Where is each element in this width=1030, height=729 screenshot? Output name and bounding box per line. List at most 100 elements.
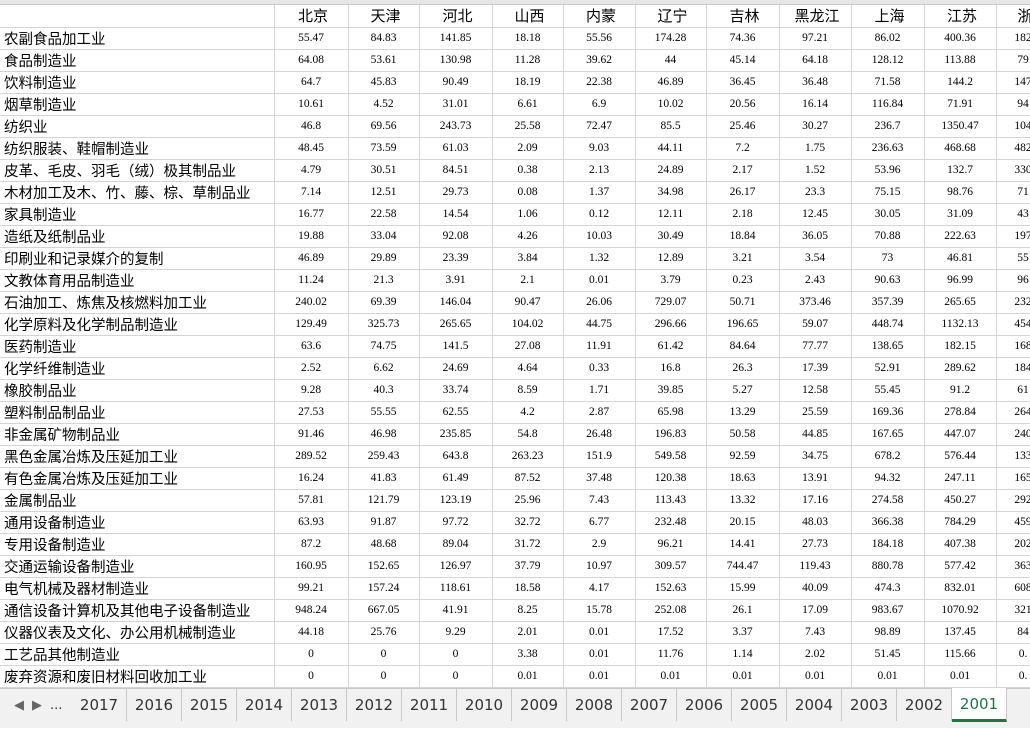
data-cell[interactable]: 16.24	[274, 467, 349, 490]
row-label-cell[interactable]: 有色金属冶炼及压延加工业	[0, 467, 275, 490]
data-cell[interactable]: 31.09	[924, 203, 997, 226]
data-cell[interactable]: 448.74	[851, 313, 925, 336]
data-cell[interactable]: 104	[996, 115, 1030, 138]
data-cell[interactable]: 内蒙	[563, 5, 636, 28]
data-cell[interactable]: 浙	[996, 5, 1030, 28]
data-cell[interactable]: 0	[274, 665, 349, 688]
data-cell[interactable]: 19.88	[274, 225, 349, 248]
data-cell[interactable]: 202	[996, 533, 1030, 556]
data-cell[interactable]: 577.42	[924, 555, 997, 578]
data-cell[interactable]: 232.48	[635, 511, 707, 534]
data-cell[interactable]: 0.	[996, 643, 1030, 666]
row-label-cell[interactable]: 工艺品其他制造业	[0, 643, 275, 666]
data-cell[interactable]: 165	[996, 467, 1030, 490]
data-cell[interactable]: 33.74	[419, 379, 493, 402]
data-cell[interactable]: 61	[996, 379, 1030, 402]
data-cell[interactable]: 63.93	[274, 511, 349, 534]
data-cell[interactable]: 5.27	[706, 379, 780, 402]
data-cell[interactable]: 21.3	[348, 269, 420, 292]
data-cell[interactable]: 174.28	[635, 27, 707, 50]
data-cell[interactable]: 330	[996, 159, 1030, 182]
data-cell[interactable]: 1.37	[563, 181, 636, 204]
data-cell[interactable]: 44.18	[274, 621, 349, 644]
sheet-tab-2014[interactable]: 2014	[237, 689, 292, 721]
data-cell[interactable]: 1.14	[706, 643, 780, 666]
data-cell[interactable]: 53.61	[348, 49, 420, 72]
data-cell[interactable]: 46.89	[274, 247, 349, 270]
data-cell[interactable]: 44.75	[563, 313, 636, 336]
data-cell[interactable]: 90.63	[851, 269, 925, 292]
row-label-cell[interactable]: 化学原料及化学制品制造业	[0, 313, 275, 336]
data-cell[interactable]: 36.05	[779, 225, 852, 248]
data-cell[interactable]: 54.8	[492, 423, 564, 446]
data-cell[interactable]: 17.52	[635, 621, 707, 644]
data-cell[interactable]: 黑龙江	[779, 5, 852, 28]
data-cell[interactable]: 46.8	[274, 115, 349, 138]
row-label-cell[interactable]: 专用设备制造业	[0, 533, 275, 556]
data-cell[interactable]: 36.48	[779, 71, 852, 94]
data-cell[interactable]: 0.23	[706, 269, 780, 292]
data-cell[interactable]: 2.17	[706, 159, 780, 182]
data-cell[interactable]: 87.52	[492, 467, 564, 490]
row-label-cell[interactable]	[0, 5, 275, 28]
data-cell[interactable]: 0.	[996, 665, 1030, 688]
row-label-cell[interactable]: 交通运输设备制造业	[0, 555, 275, 578]
data-cell[interactable]: 113.43	[635, 489, 707, 512]
data-cell[interactable]: 46.98	[348, 423, 420, 446]
data-cell[interactable]: 0	[348, 665, 420, 688]
data-cell[interactable]: 0.01	[563, 643, 636, 666]
data-cell[interactable]: 576.44	[924, 445, 997, 468]
data-cell[interactable]: 152.65	[348, 555, 420, 578]
data-cell[interactable]: 3.37	[706, 621, 780, 644]
data-cell[interactable]: 45.14	[706, 49, 780, 72]
data-cell[interactable]: 1.32	[563, 247, 636, 270]
data-cell[interactable]: 2.13	[563, 159, 636, 182]
row-label-cell[interactable]: 黑色金属冶炼及压延加工业	[0, 445, 275, 468]
data-cell[interactable]: 222.63	[924, 225, 997, 248]
data-cell[interactable]: 74.36	[706, 27, 780, 50]
data-cell[interactable]: 729.07	[635, 291, 707, 314]
data-cell[interactable]: 23.3	[779, 181, 852, 204]
data-cell[interactable]: 11.76	[635, 643, 707, 666]
data-cell[interactable]: 73.59	[348, 137, 420, 160]
row-label-cell[interactable]: 通信设备计算机及其他电子设备制造业	[0, 599, 275, 622]
data-cell[interactable]: 450.27	[924, 489, 997, 512]
data-cell[interactable]: 7.2	[706, 137, 780, 160]
data-cell[interactable]: 55.56	[563, 27, 636, 50]
data-cell[interactable]: 8.59	[492, 379, 564, 402]
sheet-tab-2001[interactable]: 2001	[952, 688, 1007, 722]
data-cell[interactable]: 55.47	[274, 27, 349, 50]
data-cell[interactable]: 549.58	[635, 445, 707, 468]
data-cell[interactable]: 880.78	[851, 555, 925, 578]
data-cell[interactable]: 0.01	[563, 621, 636, 644]
data-cell[interactable]: 144.2	[924, 71, 997, 94]
data-cell[interactable]: 92.59	[706, 445, 780, 468]
data-cell[interactable]: 48.45	[274, 137, 349, 160]
data-cell[interactable]: 0.01	[924, 665, 997, 688]
data-cell[interactable]: 27.08	[492, 335, 564, 358]
data-cell[interactable]: 1070.92	[924, 599, 997, 622]
data-cell[interactable]: 31.72	[492, 533, 564, 556]
data-cell[interactable]: 289.62	[924, 357, 997, 380]
data-cell[interactable]: 115.66	[924, 643, 997, 666]
data-cell[interactable]: 0.01	[851, 665, 925, 688]
data-cell[interactable]: 366.38	[851, 511, 925, 534]
data-cell[interactable]: 51.45	[851, 643, 925, 666]
data-cell[interactable]: 27.73	[779, 533, 852, 556]
data-cell[interactable]: 97.21	[779, 27, 852, 50]
data-cell[interactable]: 15.78	[563, 599, 636, 622]
data-cell[interactable]: 96.99	[924, 269, 997, 292]
data-cell[interactable]: 119.43	[779, 555, 852, 578]
data-cell[interactable]: 1.71	[563, 379, 636, 402]
data-cell[interactable]: 126.97	[419, 555, 493, 578]
data-cell[interactable]: 0.33	[563, 357, 636, 380]
row-label-cell[interactable]: 橡胶制品业	[0, 379, 275, 402]
data-cell[interactable]: 373.46	[779, 291, 852, 314]
data-cell[interactable]: 41.91	[419, 599, 493, 622]
data-cell[interactable]: 74.75	[348, 335, 420, 358]
data-cell[interactable]: 16.8	[635, 357, 707, 380]
data-cell[interactable]: 84.51	[419, 159, 493, 182]
sheet-tab-2010[interactable]: 2010	[457, 689, 512, 721]
data-cell[interactable]: 182.15	[924, 335, 997, 358]
data-cell[interactable]: 90.47	[492, 291, 564, 314]
